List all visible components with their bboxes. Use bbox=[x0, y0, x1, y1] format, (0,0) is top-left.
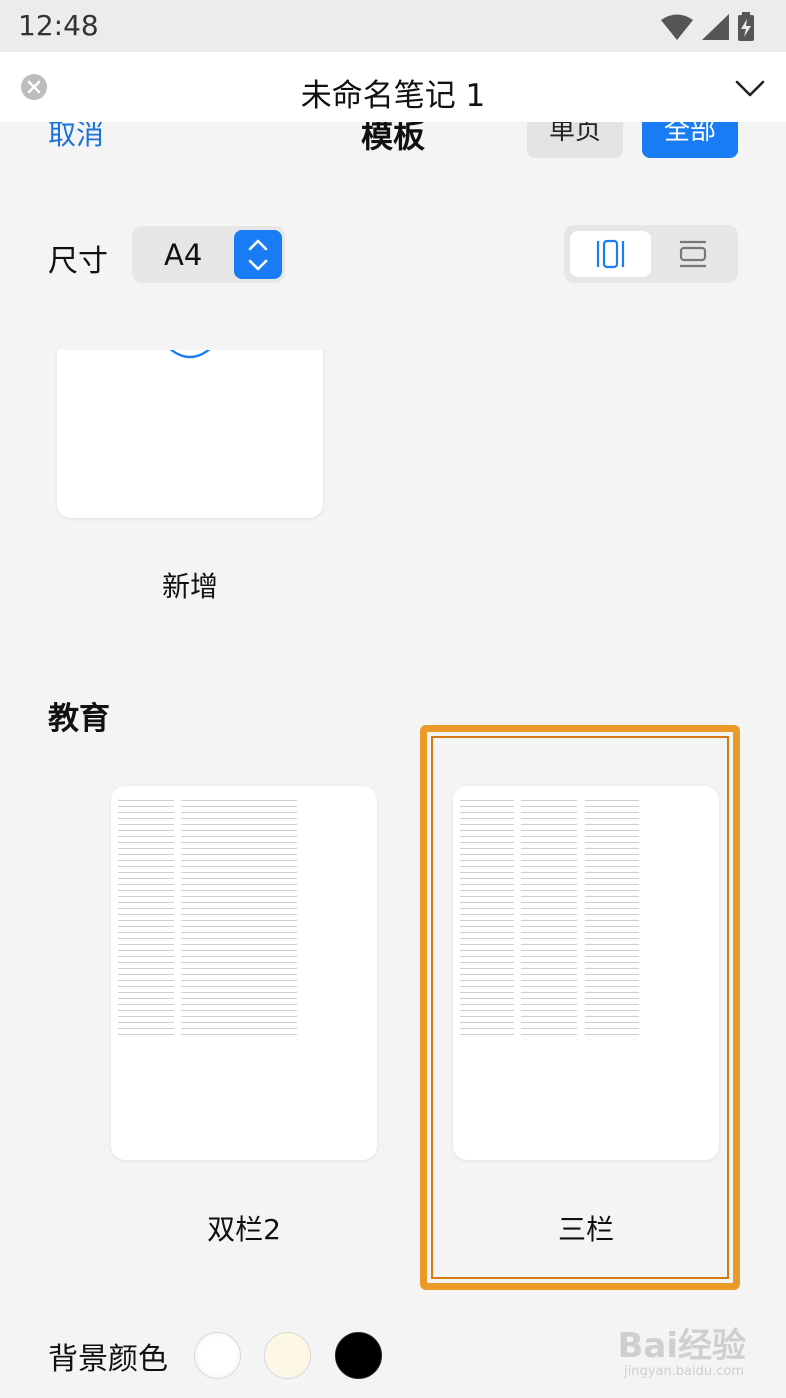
background-color-label: 背景颜色 bbox=[48, 1342, 168, 1377]
size-select[interactable]: A4 bbox=[132, 226, 285, 283]
wifi-icon bbox=[661, 14, 693, 40]
template-add-label: 新增 bbox=[161, 570, 218, 603]
portrait-orientation-icon bbox=[596, 239, 625, 269]
template-lines-col-2 bbox=[181, 800, 297, 1040]
chevron-down-icon bbox=[735, 80, 765, 97]
watermark-logo: Bai经验 bbox=[617, 1326, 746, 1366]
selection-highlight-inner bbox=[431, 736, 729, 1279]
note-header: 未命名笔记 1 bbox=[0, 52, 786, 122]
status-icons bbox=[660, 12, 756, 42]
template-card-two-column[interactable] bbox=[111, 786, 377, 1160]
template-add-card[interactable] bbox=[57, 330, 323, 518]
size-label: 尺寸 bbox=[48, 244, 108, 279]
screen: 12:48 未命名笔记 1 取消 模板 单页 全部 尺寸 A4 新增 教育 双栏… bbox=[0, 0, 786, 1398]
portrait-button[interactable] bbox=[570, 231, 651, 277]
landscape-orientation-icon bbox=[679, 240, 707, 268]
status-bar: 12:48 bbox=[0, 0, 786, 52]
battery-charging-icon bbox=[738, 12, 754, 41]
template-lines-col-1 bbox=[118, 800, 174, 1040]
note-title[interactable]: 未命名笔记 1 bbox=[0, 70, 786, 115]
size-stepper[interactable] bbox=[234, 230, 282, 279]
template-label-two-column: 双栏2 bbox=[207, 1213, 281, 1246]
scroll-mask bbox=[0, 300, 786, 350]
cellular-signal-icon bbox=[702, 14, 729, 40]
collapse-button[interactable] bbox=[734, 72, 766, 104]
landscape-button[interactable] bbox=[654, 231, 732, 277]
watermark-url: jingyan.baidu.com bbox=[624, 1364, 744, 1379]
size-value: A4 bbox=[164, 238, 203, 272]
chevron-up-down-icon bbox=[248, 239, 268, 271]
selection-highlight bbox=[420, 725, 740, 1290]
color-swatch-cream[interactable] bbox=[264, 1332, 311, 1379]
section-title: 教育 bbox=[48, 701, 110, 737]
color-swatch-black[interactable] bbox=[335, 1332, 382, 1379]
orientation-toggle bbox=[564, 225, 738, 283]
status-time: 12:48 bbox=[18, 9, 99, 42]
color-swatch-white[interactable] bbox=[194, 1332, 241, 1379]
